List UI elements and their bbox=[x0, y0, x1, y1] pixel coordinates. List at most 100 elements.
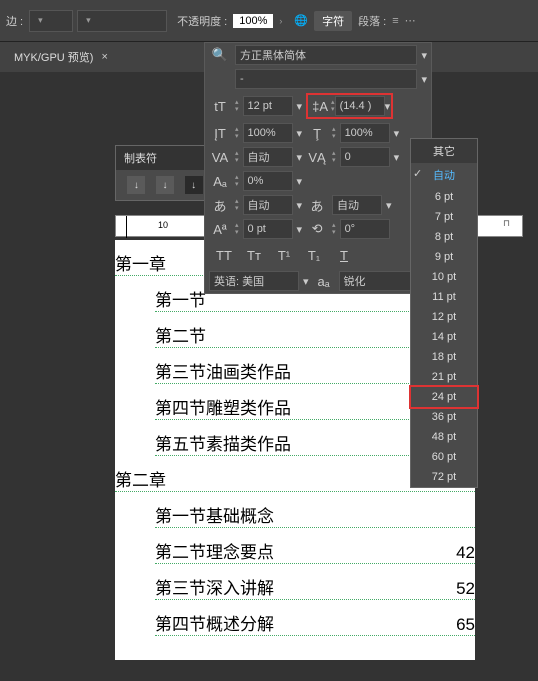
vscale-icon: ĮT bbox=[209, 124, 231, 142]
spinner[interactable]: ▴▾ bbox=[235, 222, 239, 236]
kerning-field[interactable]: 自动 bbox=[243, 147, 293, 167]
antialias-field[interactable]: 锐化 bbox=[339, 271, 418, 291]
chevron-down-icon[interactable]: ▾ bbox=[297, 100, 303, 113]
dropdown-item[interactable]: 7 pt bbox=[411, 207, 477, 227]
skew-icon: あ bbox=[209, 196, 231, 214]
toc-entry[interactable]: 第二节理念要点42 bbox=[155, 528, 475, 564]
smallcaps-button[interactable]: Tᴛ bbox=[243, 245, 265, 265]
vscale-field[interactable]: 100% bbox=[243, 123, 293, 143]
document-tab[interactable]: MYK/GPU 预览) × bbox=[6, 45, 116, 69]
dropdown-item[interactable]: 8 pt bbox=[411, 227, 477, 247]
dropdown-item[interactable]: 12 pt bbox=[411, 307, 477, 327]
spinner[interactable]: ▴▾ bbox=[235, 198, 239, 212]
tracking-icon: VĄ bbox=[306, 148, 328, 166]
spinner[interactable]: ▴▾ bbox=[235, 99, 239, 113]
chevron-down-icon[interactable]: ▾ bbox=[297, 199, 303, 212]
baseline-icon: Aₐ bbox=[209, 172, 231, 190]
align-icon[interactable]: ≡ bbox=[392, 15, 398, 27]
tab-align-left[interactable]: ↓ bbox=[127, 176, 145, 194]
tab-align-right[interactable]: ↓ bbox=[185, 176, 203, 194]
dropdown-header: 其它 bbox=[411, 139, 477, 163]
stroke-dropdown[interactable]: ▾ bbox=[29, 10, 73, 32]
document-tab-label: MYK/GPU 预览) bbox=[14, 49, 93, 65]
menu-icon[interactable]: ⋯ bbox=[405, 14, 416, 27]
chevron-down-icon[interactable]: ▾ bbox=[421, 49, 427, 62]
chevron-down-icon[interactable]: ▾ bbox=[394, 151, 400, 164]
tabs-panel-title: 制表符 bbox=[116, 146, 214, 170]
chevron-down-icon[interactable]: ▾ bbox=[297, 127, 303, 140]
skew2-icon: あ bbox=[306, 196, 328, 214]
chevron-down-icon: ▾ bbox=[38, 15, 43, 26]
subscript-button[interactable]: T₁ bbox=[303, 245, 325, 265]
hscale-icon: Ţ bbox=[306, 124, 328, 142]
magnet-icon[interactable]: ⊓ bbox=[503, 218, 510, 229]
chevron-down-icon[interactable]: ▾ bbox=[303, 275, 309, 288]
dropdown-item[interactable]: 18 pt bbox=[411, 347, 477, 367]
dropdown-item[interactable]: 6 pt bbox=[411, 187, 477, 207]
opacity-flyout-icon[interactable]: › bbox=[279, 16, 282, 26]
chevron-down-icon[interactable]: ▾ bbox=[385, 100, 391, 113]
hscale-field[interactable]: 100% bbox=[340, 123, 390, 143]
spinner[interactable]: ▴▾ bbox=[332, 150, 336, 164]
leading-dropdown: 其它 自动 6 pt 7 pt 8 pt 9 pt 10 pt 11 pt 12… bbox=[410, 138, 478, 488]
tab-align-center[interactable]: ↓ bbox=[156, 176, 174, 194]
language-field[interactable]: 英语: 美国 bbox=[209, 271, 299, 291]
character-panel: 🔍 方正黑体简体 ▾ - ▾ tT ▴▾ 12 pt ▾ ‡A ▴▾ (14.4… bbox=[204, 42, 432, 294]
superscript-button[interactable]: T¹ bbox=[273, 245, 295, 265]
chevron-down-icon: ▾ bbox=[86, 15, 91, 26]
dropdown-item-highlighted[interactable]: 24 pt bbox=[409, 385, 479, 409]
tabs-panel: 制表符 ↓ ↓ ↓ bbox=[115, 145, 215, 201]
ruler-mark: 10 bbox=[158, 220, 168, 230]
chevron-down-icon[interactable]: ▾ bbox=[297, 223, 303, 236]
weight-icon: Aª bbox=[209, 220, 231, 238]
stroke-label: 边 : bbox=[0, 13, 29, 29]
dropdown-item[interactable]: 60 pt bbox=[411, 447, 477, 467]
dropdown-item[interactable]: 10 pt bbox=[411, 267, 477, 287]
toc-entry[interactable]: 第四节概述分解65 bbox=[155, 600, 475, 636]
chevron-down-icon[interactable]: ▾ bbox=[421, 73, 427, 86]
chevron-down-icon[interactable]: ▾ bbox=[297, 151, 303, 164]
toc-entry[interactable]: 第一节基础概念 bbox=[155, 492, 475, 528]
dropdown-item[interactable]: 14 pt bbox=[411, 327, 477, 347]
paragraph-tab[interactable]: 段落 : bbox=[358, 13, 386, 29]
weight-field[interactable]: 0 pt bbox=[243, 219, 293, 239]
toc-entry[interactable]: 第三节深入讲解52 bbox=[155, 564, 475, 600]
font-size-icon: tT bbox=[209, 97, 231, 115]
spinner[interactable]: ▴▾ bbox=[332, 222, 336, 236]
aa-icon: aₐ bbox=[313, 272, 335, 290]
close-icon[interactable]: × bbox=[101, 51, 107, 63]
dropdown-item[interactable]: 48 pt bbox=[411, 427, 477, 447]
allcaps-button[interactable]: TT bbox=[213, 245, 235, 265]
leading-icon: ‡A bbox=[309, 97, 331, 115]
globe-icon[interactable]: 🌐 bbox=[294, 14, 308, 27]
dropdown-item[interactable]: 72 pt bbox=[411, 467, 477, 487]
opacity-value[interactable]: 100% bbox=[233, 14, 273, 28]
underline-button[interactable]: T bbox=[333, 245, 355, 265]
spinner[interactable]: ▴▾ bbox=[235, 126, 239, 140]
dropdown-item[interactable]: 11 pt bbox=[411, 287, 477, 307]
search-icon[interactable]: 🔍 bbox=[209, 46, 231, 64]
chevron-down-icon[interactable]: ▾ bbox=[386, 199, 392, 212]
spinner[interactable]: ▴▾ bbox=[235, 174, 239, 188]
font-style-field[interactable]: - bbox=[235, 69, 417, 89]
baseline-field[interactable]: 0% bbox=[243, 171, 293, 191]
leading-field[interactable]: (14.4 ) bbox=[335, 96, 385, 116]
dropdown-item[interactable]: 9 pt bbox=[411, 247, 477, 267]
opacity-label: 不透明度 : bbox=[171, 13, 233, 29]
font-family-field[interactable]: 方正黑体简体 bbox=[235, 45, 417, 65]
spinner[interactable]: ▴▾ bbox=[332, 126, 336, 140]
chevron-down-icon[interactable]: ▾ bbox=[297, 175, 303, 188]
skew-field[interactable]: 自动 bbox=[243, 195, 293, 215]
style-dropdown[interactable]: ▾ bbox=[77, 10, 167, 32]
options-bar: 边 : ▾ ▾ 不透明度 : 100% › 🌐 字符 段落 : ≡ ⋯ bbox=[0, 0, 538, 42]
font-size-field[interactable]: 12 pt bbox=[243, 96, 293, 116]
dropdown-item[interactable]: 36 pt bbox=[411, 407, 477, 427]
tracking-field[interactable]: 0 bbox=[340, 147, 390, 167]
skew2-field[interactable]: 自动 bbox=[332, 195, 382, 215]
spinner[interactable]: ▴▾ bbox=[235, 150, 239, 164]
rotate-field[interactable]: 0° bbox=[340, 219, 390, 239]
dropdown-item[interactable]: 21 pt bbox=[411, 367, 477, 387]
chevron-down-icon[interactable]: ▾ bbox=[394, 127, 400, 140]
character-tab[interactable]: 字符 bbox=[314, 11, 352, 31]
dropdown-item-auto[interactable]: 自动 bbox=[411, 163, 477, 187]
